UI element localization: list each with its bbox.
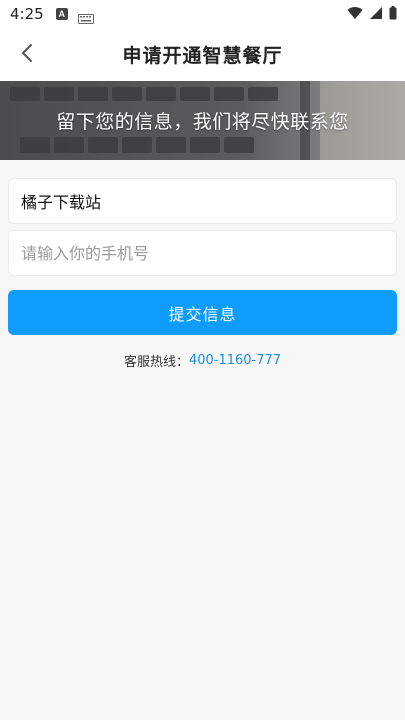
hotline: 客服热线： 400-1160-777: [0, 350, 405, 370]
cell-signal-icon: [369, 5, 383, 24]
battery-icon: [389, 5, 397, 24]
status-indicators: [347, 5, 397, 24]
status-time: 4:25: [10, 5, 44, 23]
chevron-left-icon: [20, 43, 34, 67]
back-button[interactable]: [8, 36, 46, 74]
page-title: 申请开通智慧餐厅: [122, 45, 283, 67]
phone-input[interactable]: [21, 243, 384, 263]
banner: 留下您的信息，我们将尽快联系您: [0, 81, 405, 160]
notification-a-icon: A: [55, 8, 68, 20]
submit-button[interactable]: 提交信息: [8, 290, 397, 335]
name-input[interactable]: [21, 191, 384, 211]
app-bar: 申请开通智慧餐厅: [0, 28, 405, 81]
hotline-number-link[interactable]: 400-1160-777: [189, 353, 281, 368]
phone-field[interactable]: [8, 230, 397, 276]
hotline-label: 客服热线：: [123, 354, 189, 370]
banner-text: 留下您的信息，我们将尽快联系您: [56, 111, 349, 133]
keyboard-icon: [77, 9, 94, 24]
name-field[interactable]: [8, 178, 397, 224]
status-bar: 4:25 A: [0, 0, 405, 28]
wifi-icon: [347, 5, 363, 24]
